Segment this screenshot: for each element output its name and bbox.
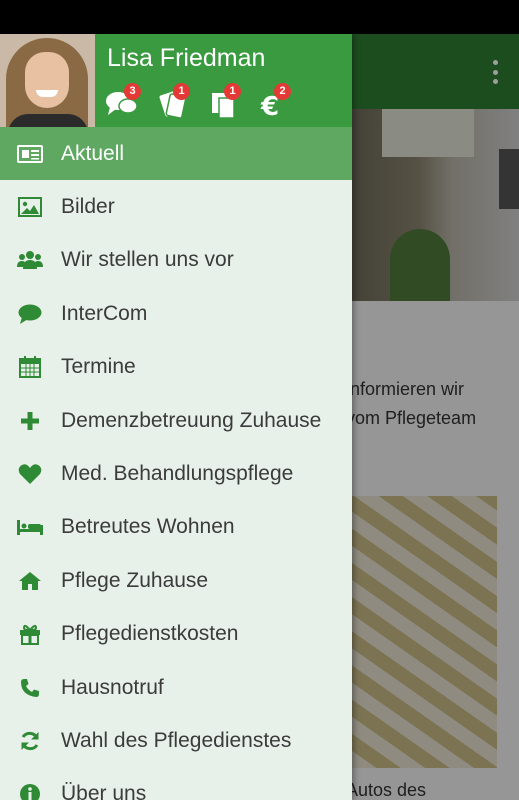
documents-badge: 1	[224, 83, 241, 100]
menu-item-aktuell[interactable]: Aktuell	[0, 127, 352, 181]
chat-badge: 3	[124, 83, 141, 100]
menu-item-label: Aktuell	[61, 141, 125, 165]
menu-item-ueber-uns[interactable]: Über uns	[0, 768, 352, 800]
menu-item-hausnotruf[interactable]: Hausnotruf	[0, 661, 352, 714]
menu-item-label: Demenzbetreuung Zuhause	[61, 408, 322, 432]
menu-item-label: Wir stellen uns vor	[61, 248, 234, 272]
home-icon	[17, 570, 43, 592]
euro-badge: 2	[274, 83, 291, 100]
chat-bubbles-icon[interactable]: 3	[106, 83, 141, 119]
menu-item-label: Termine	[61, 355, 136, 379]
drawer-header: Lisa Friedman 3 1 1 € 2	[0, 34, 352, 127]
comment-icon	[17, 303, 43, 325]
menu-item-behandlungspflege[interactable]: Med. Behandlungspflege	[0, 447, 352, 500]
plus-icon	[17, 410, 43, 432]
menu-item-bilder[interactable]: Bilder	[0, 180, 352, 233]
navigation-drawer: Lisa Friedman 3 1 1 € 2 Aktuell Bilder W…	[0, 34, 352, 800]
notes-badge: 1	[173, 83, 190, 100]
menu-item-demenzbetreuung[interactable]: Demenzbetreuung Zuhause	[0, 394, 352, 447]
users-icon	[17, 249, 43, 271]
calendar-icon	[17, 356, 43, 379]
documents-icon[interactable]: 1	[210, 83, 244, 119]
euro-icon[interactable]: € 2	[260, 83, 294, 119]
menu-item-label: Wahl des Pflegedienstes	[61, 728, 292, 752]
refresh-icon	[17, 730, 43, 752]
menu-item-wir-stellen-uns-vor[interactable]: Wir stellen uns vor	[0, 234, 352, 287]
phone-icon	[17, 677, 43, 699]
menu-item-pflegedienstkosten[interactable]: Pflegedienstkosten	[0, 608, 352, 661]
bed-icon	[17, 516, 43, 538]
menu-item-wahl-des-pflegedienstes[interactable]: Wahl des Pflegedienstes	[0, 714, 352, 767]
notes-icon[interactable]: 1	[156, 83, 190, 119]
info-icon	[17, 783, 43, 800]
heart-icon	[17, 463, 43, 485]
menu-item-label: Pflegedienstkosten	[61, 622, 239, 646]
menu-item-label: Med. Behandlungspflege	[61, 462, 294, 486]
menu-item-label: Hausnotruf	[61, 675, 164, 699]
image-icon	[17, 196, 43, 218]
status-bar	[0, 0, 519, 34]
menu-item-pflege-zuhause[interactable]: Pflege Zuhause	[0, 554, 352, 607]
gift-icon	[17, 623, 43, 646]
menu-item-label: Betreutes Wohnen	[61, 515, 235, 539]
menu-item-termine[interactable]: Termine	[0, 341, 352, 394]
newspaper-icon	[17, 143, 43, 165]
avatar[interactable]	[0, 34, 95, 127]
drawer-menu: Aktuell Bilder Wir stellen uns vor Inter…	[0, 127, 352, 800]
menu-item-intercom[interactable]: InterCom	[0, 287, 352, 340]
menu-item-label: Pflege Zuhause	[61, 568, 209, 592]
menu-item-betreutes-wohnen[interactable]: Betreutes Wohnen	[0, 501, 352, 554]
menu-item-label: Bilder	[61, 195, 115, 219]
user-name: Lisa Friedman	[107, 44, 266, 72]
menu-item-label: Über uns	[61, 782, 147, 800]
menu-item-label: InterCom	[61, 301, 148, 325]
